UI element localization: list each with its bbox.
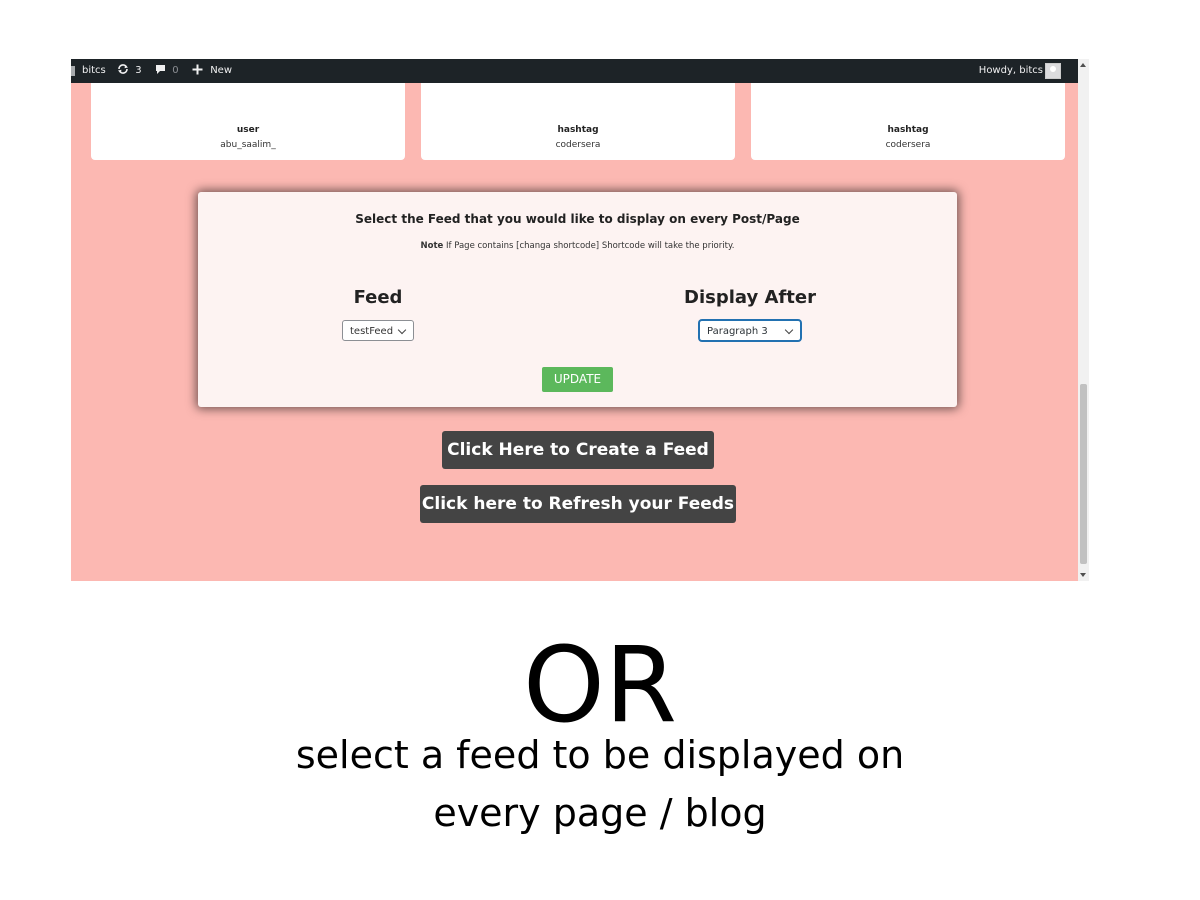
refresh-feeds-button[interactable]: Click here to Refresh your Feeds bbox=[420, 485, 736, 523]
chevron-down-icon bbox=[784, 325, 794, 335]
feed-select-value: testFeed bbox=[350, 326, 394, 337]
feed-card-name: abu_saalim_ bbox=[220, 140, 276, 150]
avatar[interactable] bbox=[1045, 63, 1061, 79]
feed-card-type: user bbox=[236, 125, 260, 135]
chevron-down-icon bbox=[397, 325, 407, 335]
wp-admin-bar: bitcs 3 0 New Howdy, bitcs bbox=[71, 59, 1078, 83]
feed-card-type: hashtag bbox=[887, 125, 929, 135]
scroll-down-icon[interactable] bbox=[1080, 573, 1086, 577]
update-button[interactable]: UPDATE bbox=[542, 367, 613, 392]
updates-link[interactable]: 3 bbox=[117, 59, 142, 83]
updates-count: 3 bbox=[135, 65, 142, 76]
plugin-screenshot: bitcs 3 0 New Howdy, bitcs user abu_saal… bbox=[71, 59, 1089, 581]
panel-title: Select the Feed that you would like to d… bbox=[355, 212, 800, 226]
feed-card-type: hashtag bbox=[557, 125, 599, 135]
comments-link[interactable]: 0 bbox=[155, 59, 179, 83]
comment-icon bbox=[156, 65, 165, 74]
scroll-thumb[interactable] bbox=[1080, 384, 1087, 564]
note-text: If Page contains [changa shortcode] Shor… bbox=[443, 241, 735, 251]
note-label: Note bbox=[420, 241, 444, 251]
feed-card[interactable]: hashtag codersera bbox=[751, 83, 1065, 160]
wp-logo-icon[interactable] bbox=[71, 59, 76, 83]
scrollbar[interactable] bbox=[1078, 59, 1089, 581]
feed-card-name: codersera bbox=[885, 140, 931, 150]
feed-select[interactable]: testFeed bbox=[342, 320, 414, 341]
comments-count: 0 bbox=[172, 65, 179, 76]
create-feed-button[interactable]: Click Here to Create a Feed bbox=[442, 431, 714, 469]
feed-card[interactable]: user abu_saalim_ bbox=[91, 83, 405, 160]
display-after-value: Paragraph 3 bbox=[707, 326, 768, 337]
howdy-greeting[interactable]: Howdy, bitcs bbox=[979, 59, 1043, 83]
feed-label: Feed bbox=[353, 287, 403, 308]
feed-card[interactable]: hashtag codersera bbox=[421, 83, 735, 160]
caption-text: select a feed to be displayed on every p… bbox=[0, 726, 1200, 842]
plus-icon bbox=[192, 64, 203, 75]
panel-note: Note If Page contains [changa shortcode]… bbox=[198, 241, 957, 251]
new-label: New bbox=[210, 65, 232, 76]
display-after-select[interactable]: Paragraph 3 bbox=[699, 320, 801, 341]
scroll-up-icon[interactable] bbox=[1080, 63, 1086, 67]
display-after-label: Display After bbox=[684, 287, 816, 308]
new-content-link[interactable]: New bbox=[192, 59, 232, 83]
feed-settings-panel: Select the Feed that you would like to d… bbox=[198, 192, 957, 407]
site-name-link[interactable]: bitcs bbox=[82, 59, 106, 83]
caption-line-2: every page / blog bbox=[433, 791, 767, 835]
updates-icon bbox=[118, 64, 128, 74]
caption-line-1: select a feed to be displayed on bbox=[295, 733, 905, 777]
feed-card-name: codersera bbox=[555, 140, 601, 150]
